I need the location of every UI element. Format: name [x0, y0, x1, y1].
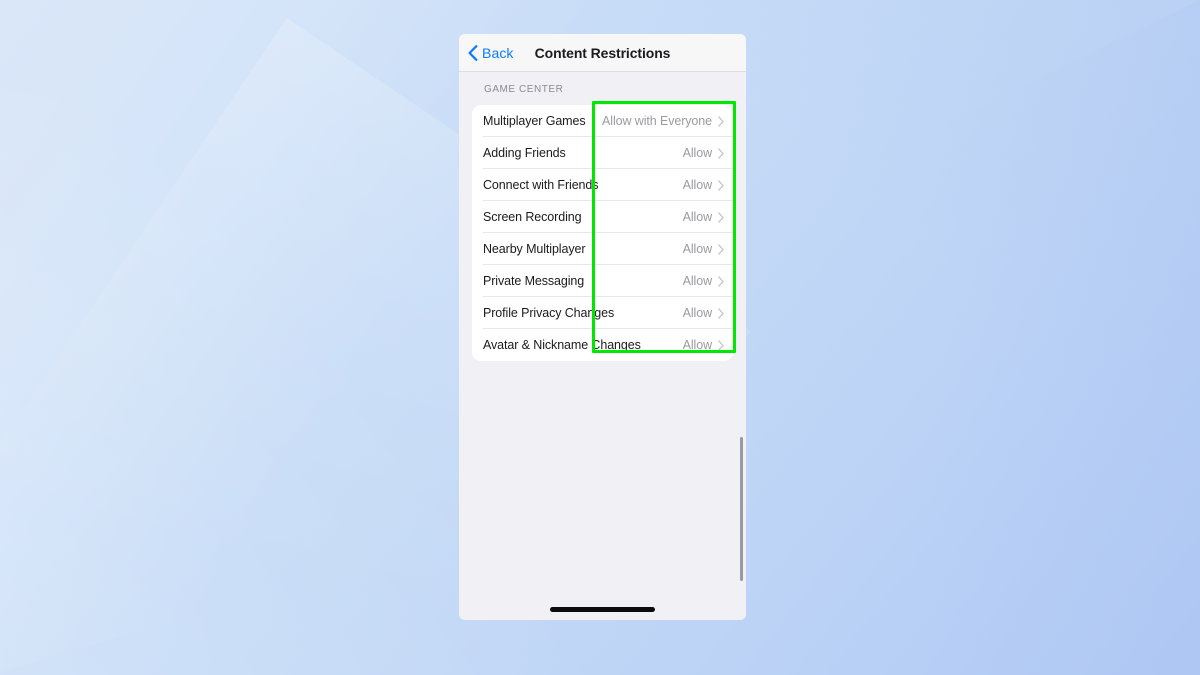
page-title: Content Restrictions: [534, 44, 671, 61]
chevron-right-icon: [718, 115, 724, 127]
list-item-value: Allow: [682, 274, 712, 288]
list-item[interactable]: Profile Privacy Changes Allow: [472, 297, 733, 329]
navigation-bar: Back Content Restrictions: [459, 34, 746, 72]
list-item-label: Multiplayer Games: [483, 114, 586, 128]
list-item[interactable]: Private Messaging Allow: [472, 265, 733, 297]
list-item-value-group: Allow: [683, 274, 724, 288]
settings-content: GAME CENTER Multiplayer Games Allow with…: [459, 72, 746, 620]
chevron-right-icon: [718, 211, 724, 223]
list-item-value-group: Allow with Everyone: [602, 114, 724, 128]
list-item-value-group: Allow: [683, 242, 724, 256]
list-item[interactable]: Connect with Friends Allow: [472, 169, 733, 201]
wallpaper-backdrop: Back Content Restrictions GAME CENTER Mu…: [0, 0, 1200, 675]
list-item-value-group: Allow: [683, 306, 724, 320]
settings-list-card: Multiplayer Games Allow with Everyone Ad…: [472, 105, 733, 361]
phone-screen: Back Content Restrictions GAME CENTER Mu…: [459, 34, 746, 620]
list-item[interactable]: Avatar & Nickname Changes Allow: [472, 329, 733, 361]
list-item-value: Allow: [682, 146, 712, 160]
backdrop-facet-c: [0, 74, 904, 675]
list-item-label: Screen Recording: [483, 210, 582, 224]
list-item[interactable]: Multiplayer Games Allow with Everyone: [472, 105, 733, 137]
list-item-label: Nearby Multiplayer: [483, 242, 586, 256]
list-item-value: Allow: [682, 178, 712, 192]
home-indicator: [550, 607, 655, 612]
list-item-value: Allow: [682, 306, 712, 320]
section-header-game-center: GAME CENTER: [484, 84, 564, 95]
list-item-value-group: Allow: [683, 210, 724, 224]
list-item[interactable]: Adding Friends Allow: [472, 137, 733, 169]
list-item-label: Adding Friends: [483, 146, 566, 160]
list-item-value-group: Allow: [683, 146, 724, 160]
chevron-right-icon: [718, 339, 724, 351]
chevron-right-icon: [718, 243, 724, 255]
list-item-label: Avatar & Nickname Changes: [483, 338, 641, 352]
list-item-value: Allow: [682, 242, 712, 256]
list-item-value: Allow: [682, 210, 712, 224]
list-item-label: Profile Privacy Changes: [483, 306, 615, 320]
chevron-right-icon: [718, 147, 724, 159]
list-item-value-group: Allow: [683, 178, 724, 192]
list-item-label: Connect with Friends: [483, 178, 599, 192]
list-item-value: Allow with Everyone: [602, 114, 712, 128]
list-item[interactable]: Screen Recording Allow: [472, 201, 733, 233]
chevron-right-icon: [718, 275, 724, 287]
chevron-right-icon: [718, 179, 724, 191]
list-item-label: Private Messaging: [483, 274, 585, 288]
chevron-right-icon: [718, 307, 724, 319]
list-item-value: Allow: [682, 338, 712, 352]
list-item[interactable]: Nearby Multiplayer Allow: [472, 233, 733, 265]
list-item-value-group: Allow: [683, 338, 724, 352]
scrollbar[interactable]: [740, 437, 743, 581]
